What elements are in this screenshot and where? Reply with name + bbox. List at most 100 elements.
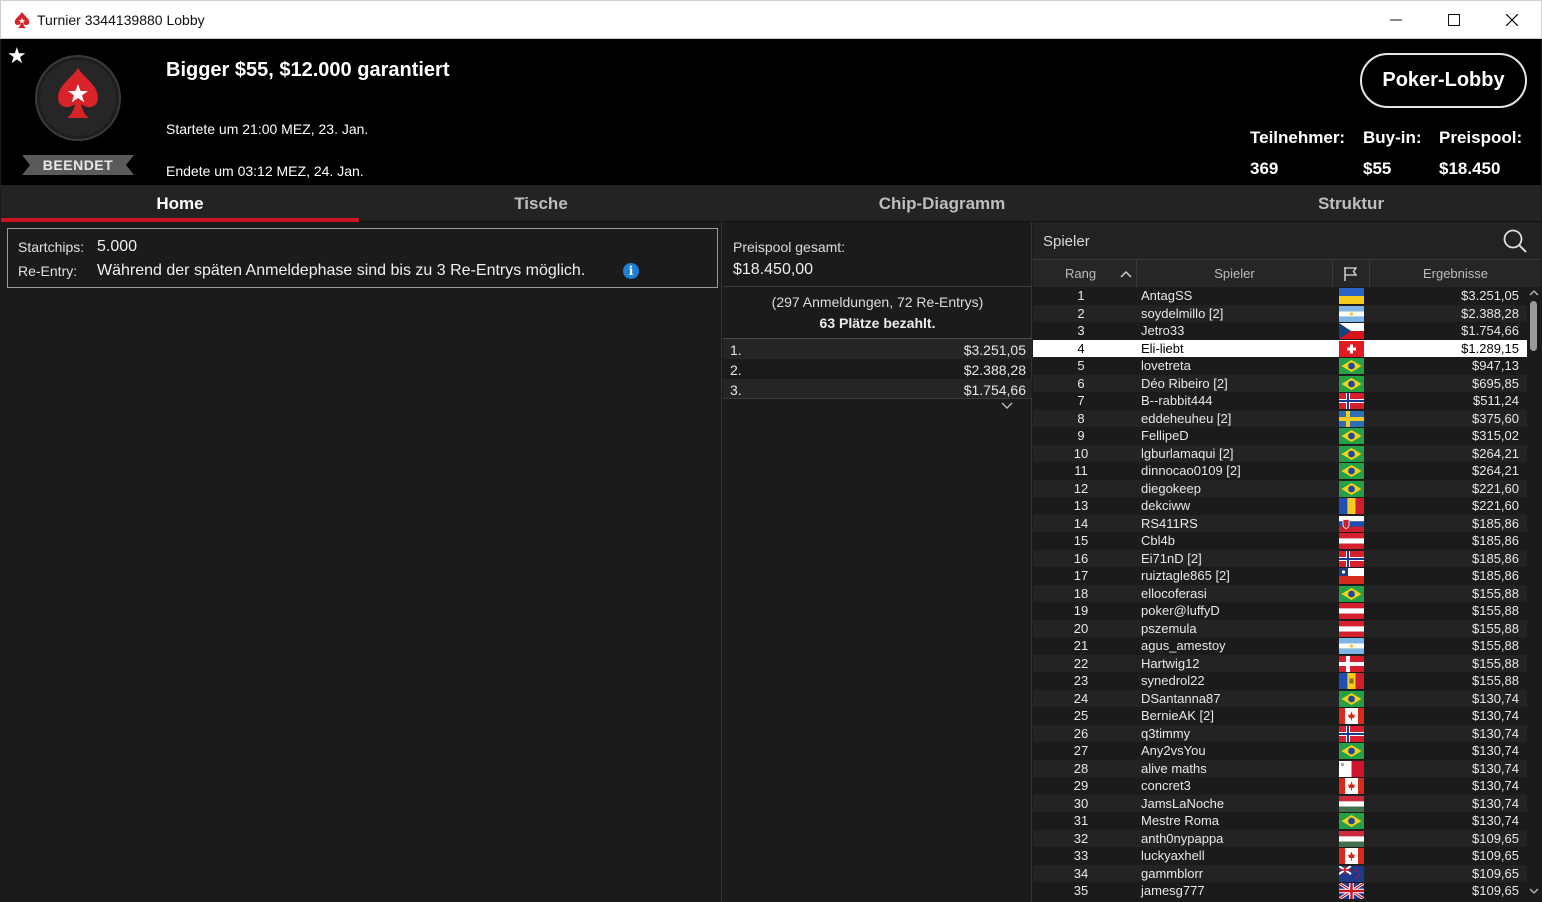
player-rank: 32 bbox=[1073, 830, 1089, 846]
player-row[interactable]: 20 pszemula $155,88 bbox=[1033, 619, 1527, 637]
player-row[interactable]: 31 Mestre Roma $130,74 bbox=[1033, 812, 1527, 830]
player-column-header[interactable]: Spieler bbox=[1137, 260, 1333, 287]
payout-row: 2. $2.388,28 bbox=[723, 359, 1032, 379]
player-row[interactable]: 12 diegokeep $221,60 bbox=[1033, 479, 1527, 497]
canada-flag-icon bbox=[1339, 778, 1364, 794]
brazil-flag-icon bbox=[1339, 375, 1364, 392]
player-row[interactable]: 32 anth0nypappa $109,65 bbox=[1033, 829, 1527, 847]
player-list-pane: Rang Spieler Ergebnisse 1 AntagSS $3.251,0… bbox=[1033, 222, 1541, 902]
player-result: $109,65 bbox=[1472, 848, 1519, 863]
player-name: Cbl4b bbox=[1141, 533, 1175, 548]
brazil-flag-icon bbox=[1339, 690, 1364, 707]
result-column-header[interactable]: Ergebnisse bbox=[1370, 260, 1541, 287]
minimize-button[interactable] bbox=[1367, 1, 1425, 39]
player-list-scrollbar[interactable] bbox=[1527, 287, 1541, 899]
player-rank: 3 bbox=[1077, 323, 1085, 338]
player-rank: 28 bbox=[1073, 760, 1089, 776]
player-row[interactable]: 27 Any2vsYou $130,74 bbox=[1033, 742, 1527, 760]
startchips-label: Startchips: bbox=[18, 239, 85, 255]
scroll-up-icon[interactable] bbox=[1527, 287, 1541, 299]
player-row[interactable]: 26 q3timmy $130,74 bbox=[1033, 724, 1527, 742]
player-row[interactable]: 24 DSantanna87 $130,74 bbox=[1033, 689, 1527, 707]
favorite-star-icon[interactable]: ★ bbox=[7, 45, 27, 67]
payout-amount: $2.388,28 bbox=[963, 362, 1026, 378]
player-result: $185,86 bbox=[1472, 550, 1519, 566]
canada-flag-icon bbox=[1339, 848, 1364, 864]
player-rank: 25 bbox=[1073, 708, 1089, 723]
player-row[interactable]: 34 gammblorr $109,65 bbox=[1033, 864, 1527, 882]
player-row[interactable]: 25 BernieAK [2] $130,74 bbox=[1033, 707, 1527, 725]
player-row[interactable]: 33 luckyaxhell $109,65 bbox=[1033, 847, 1527, 865]
poker-lobby-button[interactable]: Poker-Lobby bbox=[1360, 53, 1527, 108]
search-icon[interactable] bbox=[1502, 228, 1528, 254]
player-row[interactable]: 19 poker@luffyD $155,88 bbox=[1033, 602, 1527, 620]
start-time: Startete um 21:00 MEZ, 23. Jan. bbox=[166, 121, 369, 137]
close-icon bbox=[1506, 14, 1518, 26]
player-result: $185,86 bbox=[1472, 533, 1519, 548]
player-result: $264,21 bbox=[1472, 445, 1519, 461]
austria-flag-icon bbox=[1339, 533, 1364, 549]
player-row[interactable]: 17 ruiztagle865 [2] $185,86 bbox=[1033, 567, 1527, 585]
player-row[interactable]: 35 jamesg777 $109,65 bbox=[1033, 882, 1527, 899]
player-result: $109,65 bbox=[1472, 830, 1519, 846]
player-row[interactable]: 6 Déo Ribeiro [2] $695,85 bbox=[1033, 374, 1527, 392]
player-rank: 31 bbox=[1073, 813, 1089, 828]
player-row[interactable]: 21 agus_amestoy $155,88 bbox=[1033, 637, 1527, 655]
player-name: anth0nypappa bbox=[1141, 830, 1224, 846]
expand-chevron-down-icon[interactable] bbox=[1001, 402, 1013, 410]
player-result: $3.251,05 bbox=[1461, 288, 1519, 303]
info-icon[interactable]: i bbox=[623, 263, 639, 279]
scroll-down-icon[interactable] bbox=[1527, 885, 1541, 897]
tab-tables[interactable]: Tische bbox=[363, 185, 719, 222]
player-row[interactable]: 9 FellipeD $315,02 bbox=[1033, 427, 1527, 445]
player-list: 1 AntagSS $3.251,05 2 soydelmillo [2] $2.388,… bbox=[1033, 287, 1527, 899]
player-row[interactable]: 13 dekciww $221,60 bbox=[1033, 497, 1527, 515]
player-row[interactable]: 29 concret3 $130,74 bbox=[1033, 777, 1527, 795]
player-name: lovetreta bbox=[1141, 358, 1191, 373]
player-row[interactable]: 28 alive maths $130,74 bbox=[1033, 759, 1527, 777]
player-row[interactable]: 30 JamsLaNoche $130,74 bbox=[1033, 794, 1527, 812]
moldova-flag-icon bbox=[1339, 673, 1364, 689]
tab-home[interactable]: Home bbox=[1, 185, 359, 222]
player-row[interactable]: 4 Eli-liebt $1.289,15 bbox=[1033, 339, 1527, 357]
player-row[interactable]: 16 Ei71nD [2] $185,86 bbox=[1033, 549, 1527, 567]
player-row[interactable]: 1 AntagSS $3.251,05 bbox=[1033, 287, 1527, 305]
canada-flag-icon bbox=[1339, 708, 1364, 724]
player-result: $264,21 bbox=[1472, 463, 1519, 478]
country-column-header[interactable] bbox=[1333, 260, 1370, 287]
player-row[interactable]: 11 dinnocao0109 [2] $264,21 bbox=[1033, 462, 1527, 480]
player-name: FellipeD bbox=[1141, 428, 1189, 443]
player-row[interactable]: 5 lovetreta $947,13 bbox=[1033, 357, 1527, 375]
player-row[interactable]: 2 soydelmillo [2] $2.388,28 bbox=[1033, 304, 1527, 322]
chile-flag-icon bbox=[1339, 568, 1364, 584]
rank-column-header[interactable]: Rang bbox=[1033, 260, 1137, 287]
player-result: $130,74 bbox=[1472, 760, 1519, 776]
player-row[interactable]: 22 Hartwig12 $155,88 bbox=[1033, 654, 1527, 672]
player-result: $185,86 bbox=[1472, 515, 1519, 531]
player-row[interactable]: 18 ellocoferasi $155,88 bbox=[1033, 584, 1527, 602]
player-row[interactable]: 14 RS411RS $185,86 bbox=[1033, 514, 1527, 532]
player-rank: 34 bbox=[1073, 865, 1089, 881]
close-button[interactable] bbox=[1483, 1, 1541, 39]
player-rank: 8 bbox=[1077, 410, 1085, 426]
player-row[interactable]: 7 B--rabbit444 $511,24 bbox=[1033, 392, 1527, 410]
scrollbar-thumb[interactable] bbox=[1530, 301, 1537, 351]
player-rank: 18 bbox=[1073, 585, 1089, 601]
player-row[interactable]: 15 Cbl4b $185,86 bbox=[1033, 532, 1527, 550]
player-rank: 15 bbox=[1073, 533, 1089, 548]
maximize-button[interactable] bbox=[1425, 1, 1483, 39]
tab-structure[interactable]: Struktur bbox=[1161, 185, 1541, 222]
player-rank: 27 bbox=[1073, 743, 1089, 758]
entries-note: (297 Anmeldungen, 72 Re-Entrys) bbox=[771, 294, 984, 310]
maximize-icon bbox=[1448, 14, 1460, 26]
player-row[interactable]: 10 lgburlamaqui [2] $264,21 bbox=[1033, 444, 1527, 462]
tab-chip-chart[interactable]: Chip-Diagramm bbox=[723, 185, 1161, 222]
player-name: gammblorr bbox=[1141, 865, 1204, 881]
player-row[interactable]: 8 eddeheuheu [2] $375,60 bbox=[1033, 409, 1527, 427]
player-search-input[interactable] bbox=[1036, 225, 1496, 257]
player-name: Ei71nD [2] bbox=[1141, 550, 1202, 566]
player-row[interactable]: 23 synedrol22 $155,88 bbox=[1033, 672, 1527, 690]
player-row[interactable]: 3 Jetro33 $1.754,66 bbox=[1033, 322, 1527, 340]
payout-row: 1. $3.251,05 bbox=[723, 339, 1032, 359]
player-result: $130,74 bbox=[1472, 813, 1519, 828]
